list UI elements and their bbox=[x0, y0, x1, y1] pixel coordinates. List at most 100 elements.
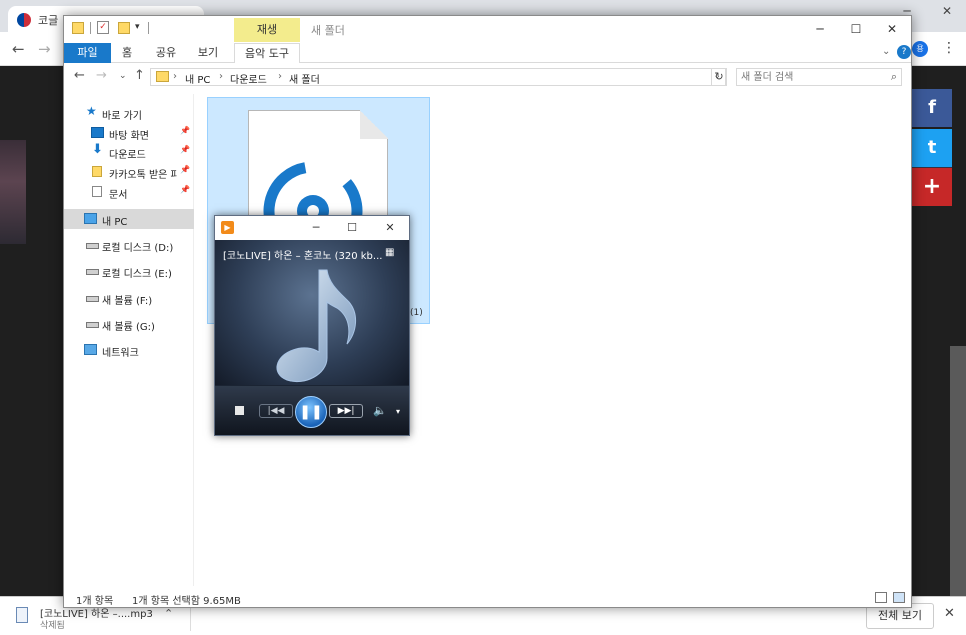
nav-network[interactable]: 네트워크 bbox=[64, 340, 194, 360]
help-icon[interactable]: ? bbox=[897, 45, 911, 59]
nav-drive-d[interactable]: 로컬 디스크 (D:) bbox=[64, 235, 194, 255]
media-player-window: ▶ ─ ☐ ✕ [코노LIVE] 하온 – 혼코노 (320 kb... ▦ |… bbox=[214, 215, 410, 436]
minimize-icon[interactable]: ─ bbox=[802, 19, 838, 39]
context-tab-header: 재생 bbox=[234, 18, 300, 42]
nav-documents[interactable]: 문서 📌 bbox=[64, 182, 194, 202]
minimize-icon[interactable]: ─ bbox=[303, 219, 329, 237]
navigation-pane: ★ 바로 가기 바탕 화면 📌 ⬇ 다운로드 📌 카카오톡 받은 파 📌 문서 … bbox=[64, 94, 194, 586]
pin-icon[interactable]: 📌 bbox=[180, 145, 190, 154]
divider bbox=[148, 22, 149, 34]
computer-icon bbox=[84, 213, 97, 224]
next-button[interactable]: ▶▶| bbox=[329, 404, 363, 418]
breadcrumb-separator-icon[interactable]: › bbox=[219, 71, 223, 82]
page-scrollbar[interactable] bbox=[950, 346, 966, 596]
browser-close-icon[interactable]: ✕ bbox=[932, 4, 962, 22]
stop-button[interactable] bbox=[235, 406, 244, 415]
nav-label: 바로 가기 bbox=[102, 111, 142, 122]
up-icon[interactable]: ↑ bbox=[134, 68, 145, 83]
maximize-icon[interactable]: ☐ bbox=[339, 219, 365, 237]
breadcrumb-new-folder[interactable]: 새 폴더 bbox=[289, 71, 320, 86]
nav-label: 바탕 화면 bbox=[109, 131, 149, 142]
document-icon bbox=[92, 186, 102, 197]
album-art: [코노LIVE] 하온 – 혼코노 (320 kb... ▦ bbox=[215, 240, 409, 385]
tab-share[interactable]: 공유 bbox=[148, 43, 184, 63]
breadcrumb-downloads[interactable]: 다운로드 bbox=[230, 71, 267, 86]
browser-tab-title: 코글 bbox=[38, 14, 59, 27]
search-icon[interactable]: ⌕ bbox=[891, 70, 897, 84]
close-icon[interactable]: ✕ bbox=[944, 606, 955, 621]
facebook-share-button[interactable]: f bbox=[912, 89, 952, 127]
breadcrumb-this-pc[interactable]: 내 PC bbox=[185, 71, 210, 86]
folder-icon bbox=[92, 166, 102, 177]
download-status: 삭제됨 bbox=[40, 621, 65, 631]
more-share-button[interactable]: + bbox=[912, 168, 952, 206]
file-name-label: (1) bbox=[410, 308, 423, 318]
nav-drive-g[interactable]: 새 볼륨 (G:) bbox=[64, 314, 194, 334]
download-arrow-icon: ⬇ bbox=[92, 142, 103, 157]
previous-button[interactable]: |◀◀ bbox=[259, 404, 293, 418]
explorer-window: ✓ ▾ 재생 새 폴더 ─ ☐ ✕ 파일 홈 공유 보기 음악 도구 ⌄ ? ←… bbox=[63, 15, 912, 608]
item-count: 1개 항목 bbox=[76, 596, 114, 607]
star-icon: ★ bbox=[86, 104, 97, 118]
nav-label: 다운로드 bbox=[109, 150, 146, 161]
nav-kakao-folder[interactable]: 카카오톡 받은 파 📌 bbox=[64, 162, 194, 182]
maximize-icon[interactable]: ☐ bbox=[838, 19, 874, 39]
customize-toolbar-icon[interactable]: ▾ bbox=[135, 22, 140, 32]
nav-this-pc[interactable]: 내 PC bbox=[64, 209, 194, 229]
refresh-icon[interactable]: ↻ bbox=[711, 68, 727, 86]
nav-label: 카카오톡 받은 파 bbox=[109, 170, 177, 181]
details-view-icon[interactable] bbox=[875, 592, 887, 603]
korea-flag-icon bbox=[17, 13, 31, 27]
browser-menu-icon[interactable]: ⋮ bbox=[942, 40, 956, 56]
address-bar[interactable]: › 내 PC › 다운로드 › 새 폴더 ⌄ bbox=[150, 68, 726, 86]
chevron-up-icon[interactable]: ⌃ bbox=[164, 607, 173, 620]
breadcrumb-separator-icon[interactable]: › bbox=[278, 71, 282, 82]
folder-icon bbox=[72, 22, 84, 34]
properties-icon[interactable]: ✓ bbox=[97, 21, 109, 34]
tab-music-tools[interactable]: 음악 도구 bbox=[234, 43, 300, 63]
forward-icon[interactable]: → bbox=[96, 68, 107, 83]
pin-icon[interactable]: 📌 bbox=[180, 185, 190, 194]
new-folder-icon[interactable] bbox=[118, 22, 130, 34]
chevron-down-icon[interactable]: ⌄ bbox=[882, 46, 890, 57]
nav-desktop[interactable]: 바탕 화면 📌 bbox=[64, 123, 194, 143]
page-fold bbox=[360, 110, 388, 139]
recent-locations-icon[interactable]: ⌄ bbox=[119, 71, 127, 81]
divider bbox=[90, 22, 91, 34]
browser-back-icon[interactable]: ← bbox=[12, 40, 25, 58]
back-icon[interactable]: ← bbox=[74, 68, 85, 83]
desktop-icon bbox=[91, 127, 104, 138]
selection-info: 1개 항목 선택함 9.65MB bbox=[132, 596, 241, 607]
search-box: ⌕ bbox=[736, 68, 902, 86]
search-input[interactable] bbox=[741, 70, 881, 84]
network-icon bbox=[84, 344, 97, 355]
player-controls: |◀◀ ❚❚ ▶▶| 🔈 ▾ bbox=[215, 386, 409, 435]
volume-dropdown-icon[interactable]: ▾ bbox=[396, 407, 400, 416]
browser-forward-icon[interactable]: → bbox=[38, 40, 51, 58]
nav-downloads[interactable]: ⬇ 다운로드 📌 bbox=[64, 142, 194, 162]
tab-view[interactable]: 보기 bbox=[190, 43, 226, 63]
breadcrumb-separator-icon[interactable]: › bbox=[173, 71, 177, 82]
pin-icon[interactable]: 📌 bbox=[180, 165, 190, 174]
page-image-strip bbox=[0, 140, 26, 244]
drive-icon bbox=[86, 322, 99, 328]
nav-label: 로컬 디스크 (D:) bbox=[102, 243, 174, 254]
volume-icon[interactable]: 🔈 bbox=[373, 404, 387, 417]
pause-button[interactable]: ❚❚ bbox=[295, 396, 327, 428]
player-titlebar: ▶ ─ ☐ ✕ bbox=[215, 216, 409, 240]
close-icon[interactable]: ✕ bbox=[377, 219, 403, 237]
tab-file[interactable]: 파일 bbox=[64, 43, 111, 63]
drive-icon bbox=[86, 269, 99, 275]
close-icon[interactable]: ✕ bbox=[874, 19, 910, 39]
nav-label: 새 볼륨 (F:) bbox=[102, 296, 153, 307]
profile-avatar[interactable]: 용 bbox=[912, 41, 928, 57]
music-note-icon bbox=[276, 269, 356, 382]
nav-quick-access[interactable]: ★ 바로 가기 bbox=[64, 103, 194, 123]
large-icons-view-icon[interactable] bbox=[893, 592, 905, 603]
pin-icon[interactable]: 📌 bbox=[180, 126, 190, 135]
file-icon bbox=[16, 607, 28, 623]
nav-drive-e[interactable]: 로컬 디스크 (E:) bbox=[64, 261, 194, 281]
tab-home[interactable]: 홈 bbox=[111, 43, 143, 63]
twitter-share-button[interactable]: t bbox=[912, 129, 952, 167]
nav-drive-f[interactable]: 새 볼륨 (F:) bbox=[64, 288, 194, 308]
